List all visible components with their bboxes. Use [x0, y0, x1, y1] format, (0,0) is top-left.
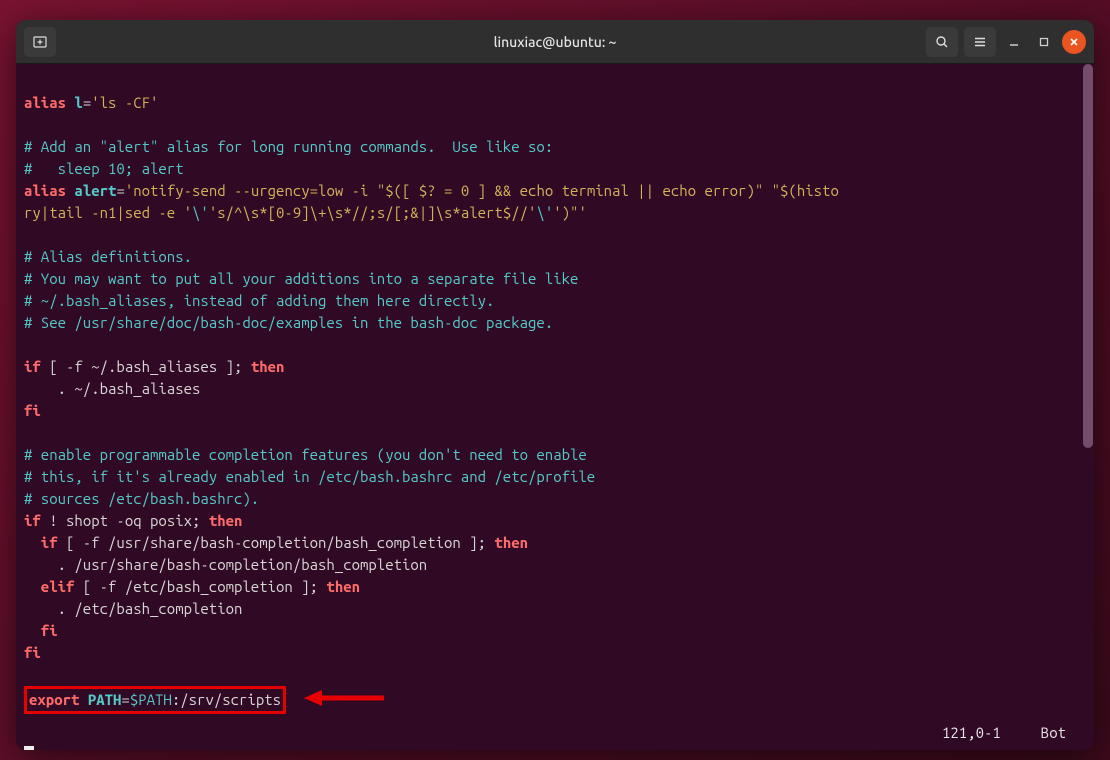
kw-alias: alias: [24, 94, 66, 111]
kw-then: then: [326, 578, 360, 595]
comment: # ~/.bash_aliases, instead of adding the…: [24, 292, 494, 309]
kw-alias: alias: [24, 182, 66, 199]
maximize-icon: [1039, 37, 1049, 47]
editor-content: alias l='ls -CF' # Add an "alert" alias …: [24, 70, 1086, 750]
esc: \': [536, 204, 553, 221]
scroll-position: Bot: [1041, 724, 1066, 746]
annotation-arrow: [304, 688, 384, 714]
cond: [ -f ~/.bash_aliases ];: [41, 358, 251, 375]
comment: # sleep 10; alert: [24, 160, 184, 177]
highlighted-export-line: export PATH=$PATH:/srv/scripts: [24, 686, 286, 714]
close-icon: [1069, 37, 1079, 47]
alias-val: 'ls -CF': [91, 94, 158, 111]
body: . ~/.bash_aliases: [24, 380, 200, 397]
vim-status-line: 121,0-1 Bot: [24, 724, 1086, 746]
kw-if: if: [24, 512, 41, 529]
minimize-icon: [1009, 37, 1019, 47]
op-eq: =: [121, 691, 129, 708]
cursor-position: 121,0-1: [942, 724, 1001, 746]
hamburger-icon: [972, 34, 988, 50]
body: . /etc/bash_completion: [24, 600, 242, 617]
kw-elif: elif: [24, 578, 74, 595]
esc: \': [192, 204, 209, 221]
kw-then: then: [494, 534, 528, 551]
body: . /usr/share/bash-completion/bash_comple…: [24, 556, 427, 573]
close-button[interactable]: [1062, 30, 1086, 54]
alias-val: 'notify-send --urgency=low -i "$([ $? = …: [125, 182, 839, 199]
op-eq: =: [83, 94, 91, 111]
maximize-button[interactable]: [1032, 30, 1056, 54]
op-eq: =: [116, 182, 124, 199]
alias-name: alert: [74, 182, 116, 199]
new-tab-button[interactable]: [24, 27, 56, 57]
kw-then: then: [209, 512, 243, 529]
space: [79, 691, 87, 708]
kw-if: if: [24, 358, 41, 375]
kw-fi: fi: [24, 644, 41, 661]
comment: # this, if it's already enabled in /etc/…: [24, 468, 595, 485]
shopt: shopt -oq posix: [66, 512, 192, 529]
hamburger-menu-button[interactable]: [964, 27, 996, 57]
search-button[interactable]: [926, 27, 958, 57]
alias-name: l: [74, 94, 82, 111]
var-path: $PATH: [130, 691, 172, 708]
kw-fi: fi: [24, 622, 58, 639]
alias-val: 's/^\s*[0-9]\+\s*//;s/[;&|]\s*alert$//': [209, 204, 537, 221]
path-literal: :/srv/scripts: [172, 691, 281, 708]
terminal-body[interactable]: alias l='ls -CF' # Add an "alert" alias …: [16, 64, 1094, 750]
comment: # Add an "alert" alias for long running …: [24, 138, 553, 155]
terminal-window: linuxiac@ubuntu: ~ alias l='ls -CF' # Ad…: [16, 20, 1094, 750]
kw-export: export: [29, 691, 79, 708]
cond: [ -f /etc/bash_completion ];: [74, 578, 326, 595]
comment: # sources /etc/bash.bashrc).: [24, 490, 259, 507]
bang: !: [41, 512, 66, 529]
kw-fi: fi: [24, 402, 41, 419]
alias-val: ry|tail -n1|sed -e ': [24, 204, 192, 221]
path-var: PATH: [88, 691, 122, 708]
new-tab-icon: [32, 34, 48, 50]
titlebar: linuxiac@ubuntu: ~: [16, 20, 1094, 64]
comment: # See /usr/share/doc/bash-doc/examples i…: [24, 314, 553, 331]
comment: # enable programmable completion feature…: [24, 446, 587, 463]
cond: [ -f /usr/share/bash-completion/bash_com…: [58, 534, 495, 551]
comment: # You may want to put all your additions…: [24, 270, 578, 287]
minimize-button[interactable]: [1002, 30, 1026, 54]
semi: ;: [192, 512, 209, 529]
kw-then: then: [251, 358, 285, 375]
comment: # Alias definitions.: [24, 248, 192, 265]
alias-val: ')"': [553, 204, 587, 221]
search-icon: [934, 34, 950, 50]
kw-if: if: [24, 534, 58, 551]
